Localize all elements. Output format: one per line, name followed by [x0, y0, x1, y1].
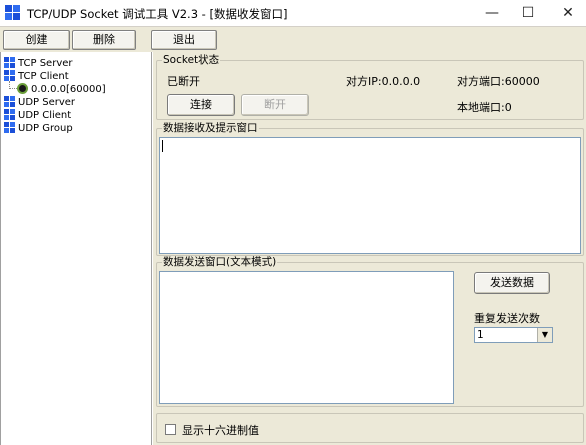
disconnect-button[interactable]: 断开	[241, 94, 309, 116]
tree-item-udp-client[interactable]: UDP Client	[4, 109, 71, 122]
network-icon	[4, 70, 15, 81]
receive-textarea[interactable]	[159, 137, 581, 254]
hex-checkbox[interactable]	[165, 424, 176, 435]
options-group: 显示十六进制值	[156, 413, 584, 443]
network-icon	[4, 57, 15, 68]
connection-status-icon	[17, 83, 28, 94]
send-data-button[interactable]: 发送数据	[474, 272, 550, 294]
socket-status-label: Socket状态	[162, 54, 221, 66]
tree-item-tcp-server[interactable]: TCP Server	[4, 57, 73, 70]
connection-status: 已断开	[167, 75, 200, 88]
connection-tree[interactable]: TCP Server TCP Client 0.0.0.0[60000] UDP…	[0, 52, 152, 445]
network-icon	[4, 96, 15, 107]
app-icon	[5, 5, 21, 21]
text-caret	[162, 140, 163, 152]
tree-item-udp-server[interactable]: UDP Server	[4, 96, 75, 109]
remote-ip: 对方IP:0.0.0.0	[346, 75, 421, 88]
tree-item-udp-group[interactable]: UDP Group	[4, 122, 73, 135]
network-icon	[4, 109, 15, 120]
title-bar: TCP/UDP Socket 调试工具 V2.3 - [数据收发窗口] — ☐ …	[0, 0, 586, 26]
send-group-label: 数据发送窗口(文本模式)	[162, 256, 278, 268]
chevron-down-icon[interactable]: ▼	[537, 328, 552, 342]
receive-group: 数据接收及提示窗口	[156, 122, 584, 256]
repeat-count-label: 重复发送次数	[474, 312, 540, 325]
main-panel: Socket状态 已断开 对方IP:0.0.0.0 对方端口:60000 连接 …	[153, 52, 586, 445]
tree-item-client-connection[interactable]: 0.0.0.0[60000]	[17, 83, 106, 96]
network-icon	[4, 122, 15, 133]
local-port: 本地端口:0	[457, 101, 512, 114]
connect-button[interactable]: 连接	[167, 94, 235, 116]
exit-button[interactable]: 退出	[151, 30, 217, 50]
toolbar: 创建 删除 退出	[0, 26, 586, 52]
window-title: TCP/UDP Socket 调试工具 V2.3 - [数据收发窗口]	[27, 7, 288, 21]
send-group: 数据发送窗口(文本模式) 发送数据 重复发送次数 1 ▼	[156, 256, 584, 407]
socket-status-group: Socket状态 已断开 对方IP:0.0.0.0 对方端口:60000 连接 …	[156, 54, 584, 120]
hex-checkbox-label: 显示十六进制值	[182, 424, 259, 437]
close-button[interactable]: ✕	[545, 0, 586, 26]
repeat-count-select[interactable]: 1 ▼	[474, 327, 553, 343]
delete-button[interactable]: 删除	[72, 30, 136, 50]
tree-connector	[9, 81, 17, 89]
receive-group-label: 数据接收及提示窗口	[162, 122, 259, 134]
create-button[interactable]: 创建	[3, 30, 70, 50]
remote-port: 对方端口:60000	[457, 75, 540, 88]
send-textarea[interactable]	[159, 271, 454, 404]
